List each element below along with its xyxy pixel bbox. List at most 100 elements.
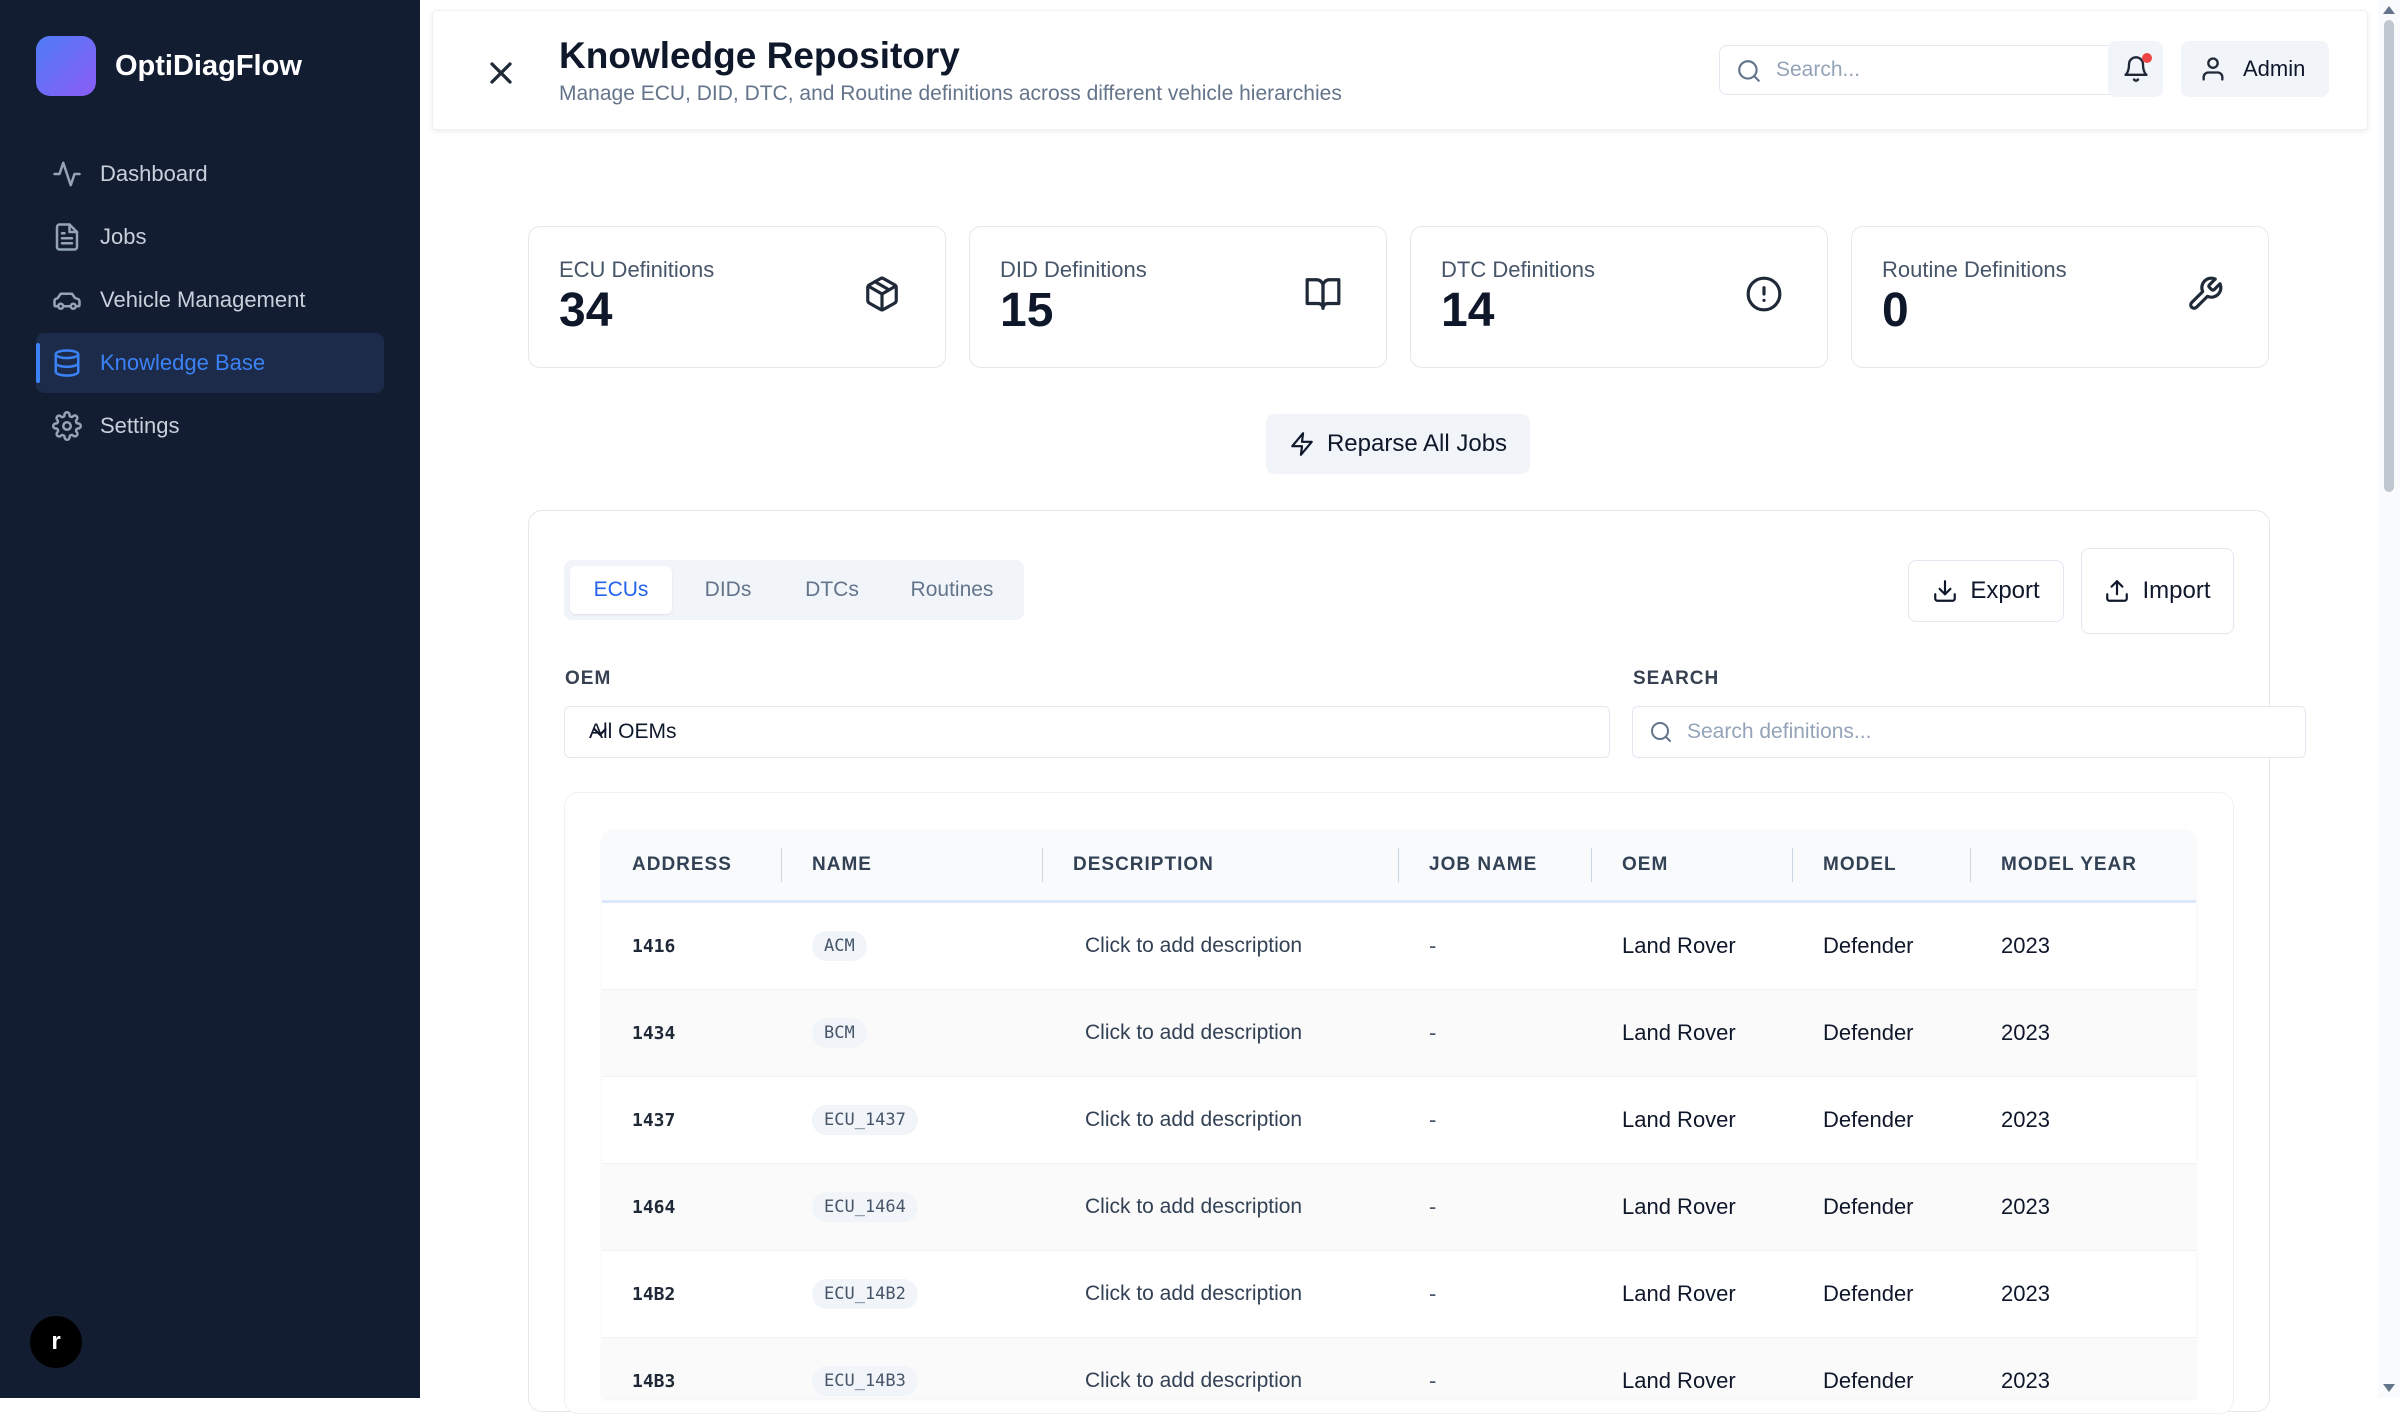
cell-model-year: 2023 xyxy=(1971,1076,2196,1164)
page-scrollbar[interactable] xyxy=(2378,0,2400,1398)
sidebar-item-label: Dashboard xyxy=(100,161,208,186)
tab-ecus[interactable]: ECUs xyxy=(570,566,672,614)
oem-select[interactable]: All OEMs xyxy=(564,706,1610,758)
tab-dtcs[interactable]: DTCs xyxy=(782,566,882,614)
table-row[interactable]: 1437 ECU_1437 Click to add description -… xyxy=(602,1076,2196,1164)
cell-description[interactable]: Click to add description xyxy=(1043,901,1399,990)
cell-model-year: 2023 xyxy=(1971,901,2196,990)
close-icon[interactable] xyxy=(483,55,519,91)
stat-label: ECU Definitions xyxy=(559,257,715,282)
user-menu-button[interactable]: Admin xyxy=(2181,41,2329,97)
zap-icon xyxy=(1289,431,1315,457)
stat-card-routine: Routine Definitions 0 xyxy=(1851,226,2269,368)
user-icon xyxy=(2199,55,2227,83)
cell-address: 1416 xyxy=(602,901,782,990)
table-row[interactable]: 14B3 ECU_14B3 Click to add description -… xyxy=(602,1337,2196,1398)
sidebar-item-settings[interactable]: Settings xyxy=(36,396,384,456)
cell-name: ECU_1437 xyxy=(782,1076,1043,1164)
sidebar-item-label: Jobs xyxy=(100,224,147,249)
tab-routines[interactable]: Routines xyxy=(886,566,1018,614)
cell-description[interactable]: Click to add description xyxy=(1043,1163,1399,1251)
gear-icon xyxy=(52,411,82,441)
wrench-icon xyxy=(2186,275,2224,313)
sidebar-item-label: Settings xyxy=(100,413,180,438)
cell-model-year: 2023 xyxy=(1971,1163,2196,1251)
cell-address: 14B3 xyxy=(602,1337,782,1398)
global-search[interactable] xyxy=(1719,45,2113,95)
definitions-search[interactable] xyxy=(1632,706,2306,758)
definitions-search-input[interactable] xyxy=(1685,707,2289,757)
sidebar-item-jobs[interactable]: Jobs xyxy=(36,207,384,267)
table-header-row: ADDRESS NAME DESCRIPTION JOB NAME OEM MO… xyxy=(602,830,2196,903)
ecu-name-badge[interactable]: ECU_14B3 xyxy=(812,1366,918,1396)
cell-name: ECU_14B3 xyxy=(782,1337,1043,1398)
ecu-name-badge[interactable]: ECU_14B2 xyxy=(812,1279,918,1309)
cell-address: 14B2 xyxy=(602,1250,782,1338)
import-label: Import xyxy=(2142,577,2211,604)
sidebar-item-vehicle-management[interactable]: Vehicle Management xyxy=(36,270,384,330)
column-header-oem[interactable]: OEM xyxy=(1592,830,1793,903)
ecu-table-wrapper: ADDRESS NAME DESCRIPTION JOB NAME OEM MO… xyxy=(602,830,2196,1398)
cell-oem: Land Rover xyxy=(1592,1163,1793,1251)
scroll-down-arrow-icon[interactable] xyxy=(2383,1384,2395,1392)
stat-value: 34 xyxy=(559,284,613,337)
app-name: OptiDiagFlow xyxy=(115,49,302,82)
cell-model: Defender xyxy=(1793,1163,1971,1251)
cell-description[interactable]: Click to add description xyxy=(1043,1076,1399,1164)
cell-name: BCM xyxy=(782,989,1043,1077)
cell-name: ACM xyxy=(782,901,1043,990)
cell-model: Defender xyxy=(1793,989,1971,1077)
ecu-name-badge[interactable]: ECU_1437 xyxy=(812,1105,918,1135)
user-avatar-button[interactable]: r xyxy=(30,1316,82,1368)
column-header-model[interactable]: MODEL xyxy=(1793,830,1971,903)
cell-name: ECU_1464 xyxy=(782,1163,1043,1251)
sidebar-item-label: Knowledge Base xyxy=(100,350,266,375)
ecu-name-badge[interactable]: ECU_1464 xyxy=(812,1192,918,1222)
table-row[interactable]: 1416 ACM Click to add description - Land… xyxy=(602,901,2196,990)
column-header-description[interactable]: DESCRIPTION xyxy=(1043,830,1399,903)
notifications-button[interactable] xyxy=(2108,41,2163,97)
stat-card-dtc: DTC Definitions 14 xyxy=(1410,226,1828,368)
cell-model: Defender xyxy=(1793,1337,1971,1398)
table-row[interactable]: 1434 BCM Click to add description - Land… xyxy=(602,989,2196,1077)
column-header-name[interactable]: NAME xyxy=(782,830,1043,903)
column-header-job-name[interactable]: JOB NAME xyxy=(1399,830,1592,903)
global-search-input[interactable] xyxy=(1774,46,2098,94)
stat-label: DTC Definitions xyxy=(1441,257,1596,282)
search-filter-label: SEARCH xyxy=(1633,668,1720,689)
chevron-down-icon xyxy=(589,721,611,743)
cell-name: ECU_14B2 xyxy=(782,1250,1043,1338)
cell-description[interactable]: Click to add description xyxy=(1043,1337,1399,1398)
sidebar-nav: Dashboard Jobs Vehicle Management Knowle… xyxy=(36,144,384,459)
scroll-up-arrow-icon[interactable] xyxy=(2383,6,2395,14)
ecu-name-badge[interactable]: ACM xyxy=(812,931,867,961)
cell-oem: Land Rover xyxy=(1592,1076,1793,1164)
stat-value: 0 xyxy=(1882,284,1909,337)
cell-model: Defender xyxy=(1793,901,1971,990)
column-header-model-year[interactable]: MODEL YEAR xyxy=(1971,830,2196,903)
cell-oem: Land Rover xyxy=(1592,989,1793,1077)
cell-model: Defender xyxy=(1793,1076,1971,1164)
cell-description[interactable]: Click to add description xyxy=(1043,989,1399,1077)
ecu-table: ADDRESS NAME DESCRIPTION JOB NAME OEM MO… xyxy=(602,830,2196,1398)
oem-filter-label: OEM xyxy=(565,668,612,689)
table-row[interactable]: 1464 ECU_1464 Click to add description -… xyxy=(602,1163,2196,1251)
stat-value: 15 xyxy=(1000,284,1054,337)
upload-icon xyxy=(2104,578,2130,604)
reparse-all-jobs-button[interactable]: Reparse All Jobs xyxy=(1266,414,1530,474)
export-label: Export xyxy=(1970,577,2040,604)
export-button[interactable]: Export xyxy=(1908,560,2064,622)
sidebar-item-knowledge-base[interactable]: Knowledge Base xyxy=(36,333,384,393)
cell-description[interactable]: Click to add description xyxy=(1043,1250,1399,1338)
column-header-address[interactable]: ADDRESS xyxy=(602,830,782,903)
cell-job-name: - xyxy=(1399,1076,1592,1164)
database-icon xyxy=(52,348,82,378)
table-row[interactable]: 14B2 ECU_14B2 Click to add description -… xyxy=(602,1250,2196,1338)
sidebar-item-dashboard[interactable]: Dashboard xyxy=(36,144,384,204)
scroll-thumb[interactable] xyxy=(2384,20,2394,492)
brand[interactable]: OptiDiagFlow xyxy=(36,36,302,96)
import-button[interactable]: Import xyxy=(2081,548,2234,634)
tab-dids[interactable]: DIDs xyxy=(678,566,778,614)
ecu-name-badge[interactable]: BCM xyxy=(812,1018,867,1048)
book-open-icon xyxy=(1304,275,1342,313)
